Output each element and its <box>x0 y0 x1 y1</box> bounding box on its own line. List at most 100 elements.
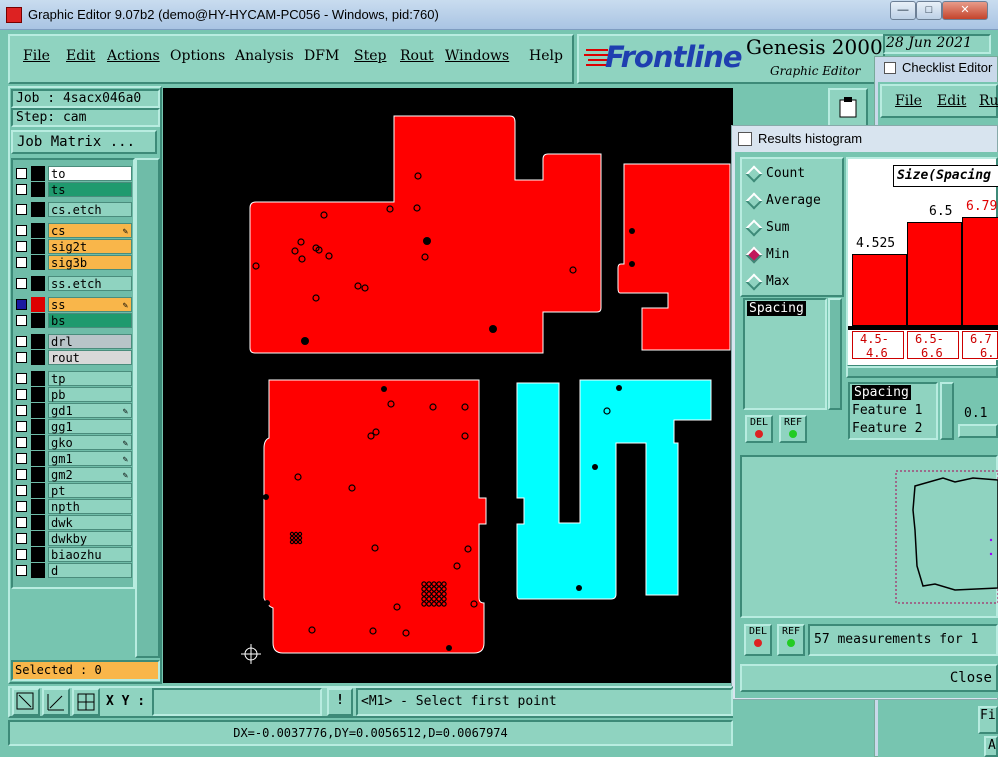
layer-row-pb[interactable]: pb <box>14 387 132 402</box>
layer-row-rout[interactable]: rout <box>14 350 132 365</box>
layer-checkbox[interactable] <box>16 485 27 496</box>
layer-row-ss-etch[interactable]: ss.etch <box>14 276 132 291</box>
layer-color-swatch[interactable] <box>31 350 45 365</box>
layer-row-biaozhu[interactable]: biaozhu <box>14 547 132 562</box>
layer-name[interactable]: ss ✎ <box>48 297 132 312</box>
layer-checkbox[interactable] <box>16 204 27 215</box>
layer-color-swatch[interactable] <box>31 419 45 434</box>
layer-checkbox[interactable] <box>16 389 27 400</box>
layer-name[interactable]: tp <box>48 371 132 386</box>
layer-name[interactable]: sig2t <box>48 239 132 254</box>
layer-name[interactable]: drl <box>48 334 132 349</box>
layer-color-swatch[interactable] <box>31 547 45 562</box>
layer-color-swatch[interactable] <box>31 451 45 466</box>
menu-rout[interactable]: Rout <box>400 48 434 64</box>
layer-name[interactable]: biaozhu <box>48 547 132 562</box>
layer-row-gg1[interactable]: gg1 <box>14 419 132 434</box>
layer-name[interactable]: gm1 ✎ <box>48 451 132 466</box>
layer-row-ts[interactable]: ts <box>14 182 132 197</box>
layer-row-gm1[interactable]: gm1 ✎ <box>14 451 132 466</box>
menu-dfm[interactable]: DFM <box>304 48 339 64</box>
layer-name[interactable]: d <box>48 563 132 578</box>
checklist-menu-run[interactable]: Ru <box>979 93 998 109</box>
menu-actions[interactable]: Actions <box>107 48 160 64</box>
layer-row-gko[interactable]: gko ✎ <box>14 435 132 450</box>
list-scrollbar[interactable] <box>828 298 842 410</box>
layer-color-swatch[interactable] <box>31 182 45 197</box>
layer-checkbox[interactable] <box>16 501 27 512</box>
layer-checkbox[interactable] <box>16 315 27 326</box>
layer-checkbox[interactable] <box>16 241 27 252</box>
ref-button-bottom[interactable]: REF <box>777 624 805 656</box>
layer-row-gd1[interactable]: gd1 ✎ <box>14 403 132 418</box>
layer-scrollbar[interactable] <box>135 158 160 658</box>
layer-checkbox[interactable] <box>16 278 27 289</box>
layer-checkbox[interactable] <box>16 469 27 480</box>
layer-color-swatch[interactable] <box>31 166 45 181</box>
layer-checkbox[interactable] <box>16 168 27 179</box>
layer-row-dwkby[interactable]: dwkby <box>14 531 132 546</box>
layer-checkbox[interactable] <box>16 437 27 448</box>
layer-name[interactable]: cs.etch <box>48 202 132 217</box>
layer-name[interactable]: cs ✎ <box>48 223 132 238</box>
layer-color-swatch[interactable] <box>31 202 45 217</box>
histogram-bar-0[interactable] <box>852 254 907 326</box>
layer-checkbox[interactable] <box>16 453 27 464</box>
layer-color-swatch[interactable] <box>31 483 45 498</box>
layer-color-swatch[interactable] <box>31 403 45 418</box>
layer-color-swatch[interactable] <box>31 223 45 238</box>
layer-row-drl[interactable]: drl <box>14 334 132 349</box>
menu-help[interactable]: Help <box>529 48 563 64</box>
close-window-button[interactable]: ✕ <box>942 1 988 20</box>
result-type-spacing[interactable]: Spacing <box>747 301 806 316</box>
layer-color-swatch[interactable] <box>31 467 45 482</box>
menu-file[interactable]: File <box>23 48 50 64</box>
layer-row-gm2[interactable]: gm2 ✎ <box>14 467 132 482</box>
menu-analysis[interactable]: Analysis <box>235 48 294 64</box>
layer-row-to[interactable]: to <box>14 166 132 181</box>
layer-name[interactable]: gko ✎ <box>48 435 132 450</box>
field-spacing[interactable]: Spacing <box>852 385 911 400</box>
value-slider[interactable] <box>958 424 998 438</box>
layer-name[interactable]: gm2 ✎ <box>48 467 132 482</box>
field-feature-2[interactable]: Feature 2 <box>852 421 922 436</box>
measure-tool-button[interactable] <box>42 688 70 716</box>
checklist-side-button-2[interactable]: A <box>984 736 998 757</box>
layer-name[interactable]: dwkby <box>48 531 132 546</box>
layer-checkbox[interactable] <box>16 257 27 268</box>
minimize-button[interactable]: — <box>890 1 916 20</box>
layer-checkbox[interactable] <box>16 517 27 528</box>
layer-row-d[interactable]: d <box>14 563 132 578</box>
checklist-menu-file[interactable]: File <box>895 93 922 109</box>
layer-name[interactable]: dwk <box>48 515 132 530</box>
layer-row-cs-etch[interactable]: cs.etch <box>14 202 132 217</box>
layer-checkbox[interactable] <box>16 373 27 384</box>
menu-step[interactable]: Step <box>354 48 386 64</box>
histogram-bar-2[interactable] <box>962 217 998 326</box>
layer-row-sig3b[interactable]: sig3b <box>14 255 132 270</box>
close-button[interactable]: Close <box>740 664 998 692</box>
del-button-bottom[interactable]: DEL <box>744 624 772 656</box>
graphic-canvas[interactable] <box>163 88 733 683</box>
layer-checkbox[interactable] <box>16 336 27 347</box>
layer-row-bs[interactable]: bs <box>14 313 132 328</box>
layer-row-sig2t[interactable]: sig2t <box>14 239 132 254</box>
layer-name[interactable]: to <box>48 166 132 181</box>
layer-checkbox[interactable] <box>16 405 27 416</box>
layer-color-swatch[interactable] <box>31 563 45 578</box>
job-matrix-button[interactable]: Job Matrix ... <box>11 130 157 154</box>
layer-checkbox[interactable] <box>16 565 27 576</box>
checklist-menu-edit[interactable]: Edit <box>937 93 966 109</box>
layer-name[interactable]: pt <box>48 483 132 498</box>
layer-row-npth[interactable]: npth <box>14 499 132 514</box>
layer-name[interactable]: pb <box>48 387 132 402</box>
zoom-tool-button[interactable] <box>12 688 40 716</box>
layer-row-ss[interactable]: ss ✎ <box>14 297 132 312</box>
value-field[interactable]: 0.1 <box>964 406 987 421</box>
histogram-bar-1[interactable] <box>907 222 962 326</box>
layer-color-swatch[interactable] <box>31 255 45 270</box>
layer-color-swatch[interactable] <box>31 371 45 386</box>
layer-checkbox[interactable] <box>16 184 27 195</box>
layer-name[interactable]: npth <box>48 499 132 514</box>
exclamation-button[interactable]: ! <box>327 688 353 716</box>
